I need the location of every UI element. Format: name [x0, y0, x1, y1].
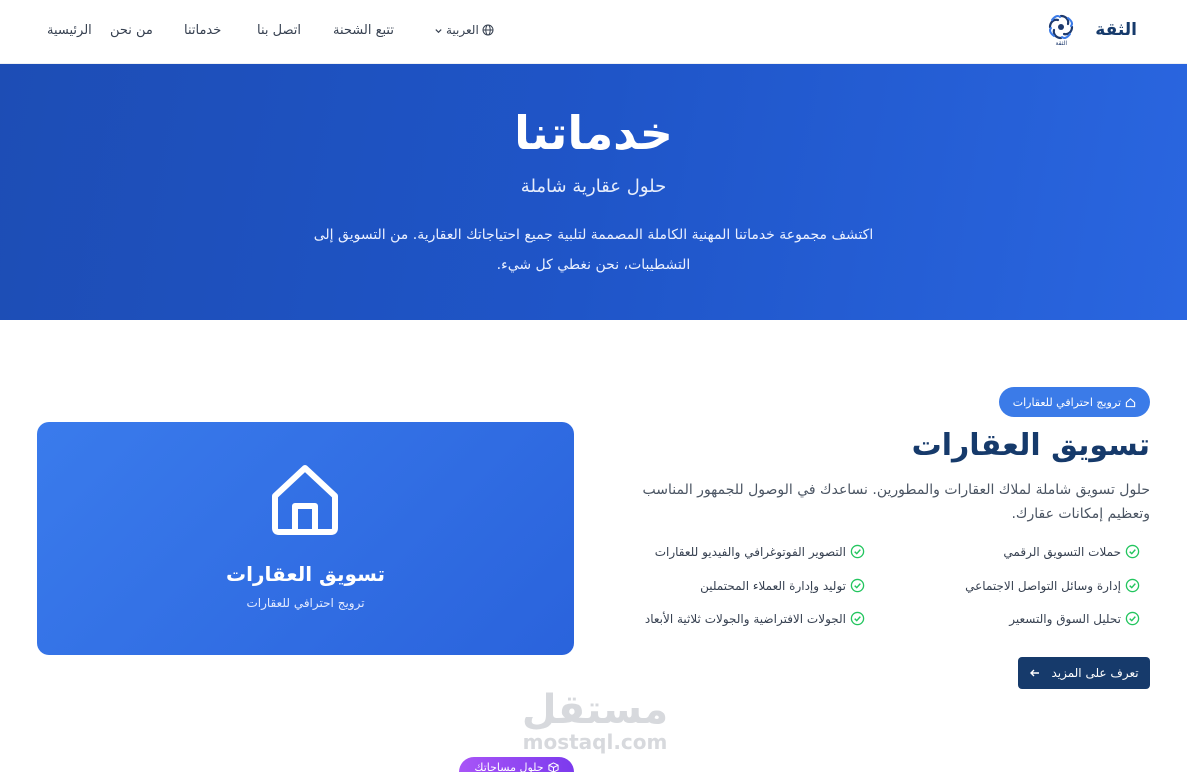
feature-item: توليد وإدارة العملاء المحتملين — [700, 578, 865, 593]
house-icon — [272, 465, 338, 535]
feature-item: التصوير الفوتوغرافي والفيديو للعقارات — [655, 544, 865, 559]
logo-icon[interactable]: الثقة — [1045, 12, 1077, 48]
next-section-badge: حلول مساحاتك — [459, 757, 574, 772]
service-badge-label: ترويج احترافي للعقارات — [1012, 395, 1121, 409]
watermark: مستقل mostaql.com — [515, 688, 675, 752]
chevron-down-icon — [435, 28, 442, 33]
watermark-latin: mostaql.com — [522, 730, 668, 754]
hero-subtitle: حلول عقارية شاملة — [520, 176, 667, 197]
feature-label: تحليل السوق والتسعير — [1009, 611, 1121, 626]
feature-item: تحليل السوق والتسعير — [1009, 611, 1140, 626]
nav-about[interactable]: من نحن — [110, 23, 153, 38]
logo-caption: الثقة — [1055, 40, 1068, 47]
check-circle-icon — [850, 611, 865, 626]
check-circle-icon — [1125, 611, 1140, 626]
check-circle-icon — [850, 544, 865, 559]
card-title: تسويق العقارات — [226, 562, 385, 586]
nav-home[interactable]: الرئيسية — [47, 23, 92, 38]
arrow-left-icon — [1030, 669, 1040, 677]
language-switcher[interactable]: العربية — [434, 23, 494, 37]
service-title: تسويق العقارات — [911, 428, 1150, 463]
globe-icon — [482, 24, 494, 36]
feature-label: حملات التسويق الرقمي — [1003, 544, 1121, 559]
feature-label: توليد وإدارة العملاء المحتملين — [700, 578, 846, 593]
brand[interactable]: الثقة الثقة — [1045, 8, 1137, 52]
card-subtitle: ترويج احترافي للعقارات — [246, 596, 365, 610]
feature-label: التصوير الفوتوغرافي والفيديو للعقارات — [654, 544, 846, 559]
check-circle-icon — [850, 578, 865, 593]
service-badge: ترويج احترافي للعقارات — [998, 387, 1150, 417]
service-description: حلول تسويق شاملة لملاك العقارات والمطوري… — [642, 482, 1150, 522]
check-circle-icon — [1125, 578, 1140, 593]
cube-icon — [547, 761, 559, 772]
language-label: العربية — [446, 23, 479, 37]
feature-label: الجولات الافتراضية والجولات ثلاثية الأبع… — [644, 611, 846, 626]
navbar: الثقة الثقة الرئيسية من نحن خدماتنا اتصل… — [0, 0, 1187, 64]
next-section-badge-label: حلول مساحاتك — [474, 760, 544, 772]
feature-label: إدارة وسائل التواصل الاجتماعي — [965, 578, 1121, 593]
brand-name[interactable]: الثقة — [1095, 20, 1137, 40]
watermark-arabic: مستقل — [521, 687, 669, 733]
hero-description: اكتشف مجموعة خدماتنا المهنية الكاملة الم… — [313, 227, 874, 273]
service-card: تسويق العقارات ترويج احترافي للعقارات — [37, 422, 574, 655]
page-title: خدماتنا — [514, 106, 673, 160]
feature-item: حملات التسويق الرقمي — [1003, 544, 1140, 559]
learn-more-button[interactable]: تعرف على المزيد — [1018, 657, 1150, 689]
feature-item: إدارة وسائل التواصل الاجتماعي — [965, 578, 1140, 593]
check-circle-icon — [1125, 544, 1140, 559]
nav-services[interactable]: خدماتنا — [184, 23, 221, 38]
home-icon — [1125, 397, 1136, 407]
nav-contact[interactable]: اتصل بنا — [257, 23, 301, 38]
nav-track-shipment[interactable]: تتبع الشحنة — [333, 23, 394, 38]
hero-section: خدماتنا حلول عقارية شاملة اكتشف مجموعة خ… — [0, 64, 1187, 320]
feature-item: الجولات الافتراضية والجولات ثلاثية الأبع… — [645, 611, 865, 626]
learn-more-label: تعرف على المزيد — [1051, 666, 1139, 680]
